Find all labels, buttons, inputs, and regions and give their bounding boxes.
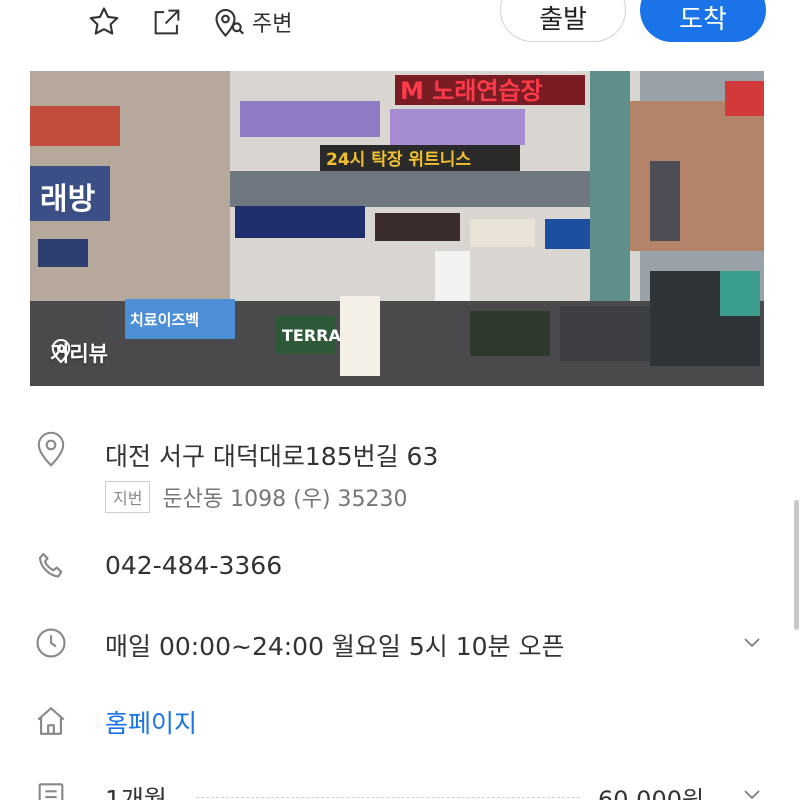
home-icon [37,707,65,735]
phone-icon [38,552,63,578]
favorite-button[interactable] [86,2,122,42]
scrollbar[interactable] [794,500,799,630]
price-item: 1개월 [105,785,167,800]
nearby-button[interactable]: 주변 [212,2,292,42]
sign-left: 래방 [40,182,96,217]
menu-list-icon [38,783,64,800]
street-view-image: 래방 M 노래연습장 24시 탁장 위트니스 치료이즈벡 TERRA [30,71,764,386]
price-leader-line [196,797,580,798]
price-value: 60,000원 [598,786,705,800]
sign-main: 24시 탁장 위트니스 [326,150,471,170]
phone-number[interactable]: 042-484-3366 [105,551,282,580]
terra-sign: TERRA [282,326,341,345]
road-address: 대전 서구 대덕대로185번길 63 [105,442,439,471]
chevron-down-icon[interactable] [740,782,764,800]
sign-karaoke: M 노래연습장 [400,77,543,105]
share-button[interactable] [150,2,184,42]
jibun-value: 둔산동 1098 (우) 35230 [162,487,408,512]
jibun-address: 지번 둔산동 1098 (우) 35230 [105,481,408,513]
pin-icon [51,339,71,364]
action-bar: 주변 출발 도착 [0,0,800,60]
business-hours: 매일 00:00~24:00 월요일 5시 10분 오픈 [105,632,565,661]
nearby-label: 주변 [252,12,293,37]
street-view-photo[interactable]: 래방 M 노래연습장 24시 탁장 위트니스 치료이즈벡 TERRA 거리뷰 [30,71,764,386]
jibun-tag[interactable]: 지번 [105,481,151,513]
street-view-badge[interactable]: 거리뷰 [50,338,108,368]
pin-search-icon [215,8,244,38]
chevron-down-icon[interactable] [740,630,764,654]
homepage-link[interactable]: 홈페이지 [105,704,197,740]
depart-button[interactable]: 출발 [500,0,626,42]
banner-sign: 치료이즈벡 [130,311,199,329]
arrive-button[interactable]: 도착 [640,0,766,42]
clock-icon [36,628,66,658]
location-pin-icon [37,431,65,467]
star-icon [89,7,119,35]
share-icon [154,9,180,35]
